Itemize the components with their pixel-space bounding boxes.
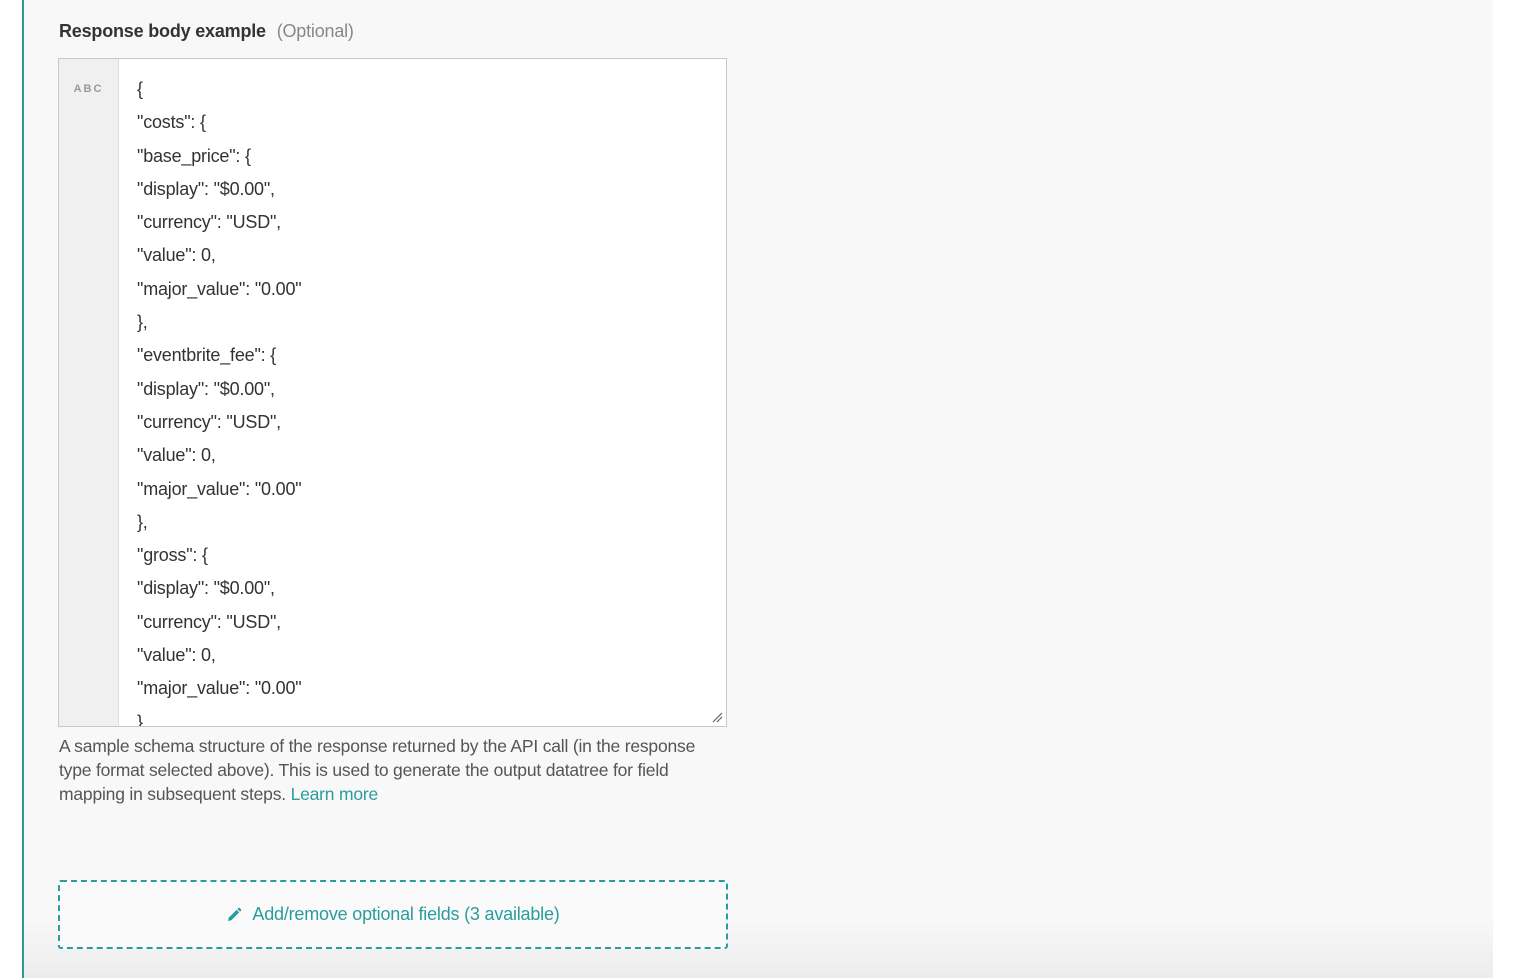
code-line: "display": "$0.00",	[137, 578, 275, 599]
code-line: },	[137, 312, 148, 333]
code-line: "value": 0,	[137, 645, 216, 666]
code-line: "eventbrite_fee": {	[137, 345, 277, 366]
optional-fields-label: Add/remove optional fields (3 available)	[252, 904, 560, 924]
code-line: "major_value": "0.00"	[137, 678, 302, 699]
resize-handle-icon[interactable]	[711, 711, 723, 723]
code-line: "major_value": "0.00"	[137, 278, 302, 299]
text-type-indicator: ABC	[73, 83, 104, 95]
code-line: "value": 0,	[137, 245, 216, 266]
code-line: "value": 0,	[137, 445, 216, 466]
code-line: "costs": {	[137, 112, 206, 133]
form-panel: Response body example (Optional) ABC { "c…	[22, 0, 1493, 978]
code-line: },	[137, 511, 148, 532]
pencil-icon	[228, 907, 242, 921]
code-line: "currency": "USD",	[137, 212, 281, 233]
code-line: "display": "$0.00",	[137, 378, 275, 399]
code-line: "display": "$0.00",	[137, 178, 275, 199]
code-line: "major_value": "0.00"	[137, 478, 302, 499]
textarea-content[interactable]: { "costs": { "base_price": { "display": "$0…	[137, 73, 716, 726]
code-line: },	[137, 711, 148, 726]
field-optional-tag: (Optional)	[276, 21, 354, 41]
code-line: "base_price": {	[137, 145, 251, 166]
code-line: {	[137, 79, 143, 99]
response-body-textarea[interactable]: ABC { "costs": { "base_price": { "display":…	[58, 58, 727, 727]
field-help-text: A sample schema structure of the respons…	[59, 734, 729, 806]
field-label: Response body example (Optional)	[59, 21, 354, 42]
textarea-gutter: ABC	[59, 59, 119, 726]
code-line: "currency": "USD",	[137, 411, 281, 432]
learn-more-link[interactable]: Learn more	[291, 784, 379, 804]
code-line: "gross": {	[137, 545, 208, 566]
field-label-name: Response body example	[59, 21, 266, 41]
add-remove-optional-fields-button[interactable]: Add/remove optional fields (3 available)	[58, 880, 728, 949]
page: Response body example (Optional) ABC { "c…	[0, 0, 1522, 978]
code-line: "currency": "USD",	[137, 611, 281, 632]
